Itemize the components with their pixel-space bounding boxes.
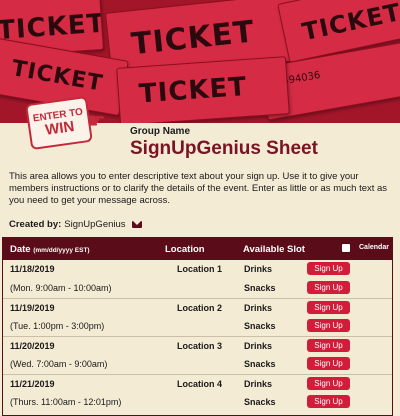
event-date: 11/19/2019	[10, 303, 55, 313]
event-location: Location 2	[177, 303, 223, 313]
event-time: (Wed. 7:00am - 9:00am)	[10, 359, 108, 369]
slot-name: Snacks	[244, 283, 276, 293]
calendar-icon[interactable]	[342, 244, 350, 252]
sign-up-button[interactable]: Sign Up	[307, 395, 350, 408]
slot-name: Snacks	[244, 321, 276, 331]
slot-name: Snacks	[244, 397, 276, 407]
page-title: SignUpGenius Sheet	[130, 138, 318, 159]
enter-to-win-badge: ENTER TO WIN ☛	[25, 95, 120, 151]
event-location: Location 3	[177, 341, 223, 351]
event-location: Location 4	[177, 379, 223, 389]
pointing-hand-icon: ☛	[86, 108, 106, 133]
table-header: Date (mm/dd/yyyy EST) Location Available…	[3, 238, 392, 260]
sign-up-button[interactable]: Sign Up	[307, 301, 350, 314]
date-format-label: (mm/dd/yyyy EST)	[33, 247, 90, 254]
ticket: TICKET	[116, 56, 290, 123]
sign-up-button[interactable]: Sign Up	[307, 281, 350, 294]
created-by: Created by: SignUpGenius	[9, 219, 142, 230]
slot-name: Drinks	[244, 303, 273, 313]
table-row: 11/19/2019 Location 2 Drinks Sign Up	[3, 298, 392, 317]
calendar-link[interactable]: Calendar	[359, 244, 389, 251]
table-row: 11/21/2019 Location 4 Drinks Sign Up	[3, 374, 392, 393]
mail-icon[interactable]	[131, 221, 142, 228]
event-date: 11/20/2019	[10, 341, 55, 351]
badge-text: WIN	[44, 117, 76, 139]
sign-up-button[interactable]: Sign Up	[307, 262, 350, 275]
table-row: 11/20/2019 Location 3 Drinks Sign Up	[3, 336, 392, 355]
sign-up-description: This area allows you to enter descriptiv…	[9, 171, 388, 206]
event-time: (Tue. 1:00pm - 3:00pm)	[10, 321, 105, 331]
column-header-slot: Available Slot	[243, 244, 305, 255]
event-date: 11/21/2019	[10, 379, 55, 389]
table-row: (Thurs. 11:00am - 12:01pm) Snacks Sign Up	[3, 393, 392, 412]
created-by-label: Created by:	[9, 219, 62, 230]
column-header-location: Location	[165, 244, 205, 255]
event-time: (Thurs. 11:00am - 12:01pm)	[10, 397, 122, 407]
slot-name: Drinks	[244, 341, 273, 351]
sign-up-table: Date (mm/dd/yyyy EST) Location Available…	[2, 237, 393, 416]
slot-name: Snacks	[244, 359, 276, 369]
slot-name: Drinks	[244, 379, 273, 389]
group-name-label: Group Name	[130, 126, 191, 137]
table-row: 11/18/2019 Location 1 Drinks Sign Up	[3, 260, 392, 279]
creator-name: SignUpGenius	[64, 219, 126, 230]
slot-name: Drinks	[244, 264, 273, 274]
table-row: (Tue. 1:00pm - 3:00pm) Snacks Sign Up	[3, 317, 392, 336]
table-row: (Wed. 7:00am - 9:00am) Snacks Sign Up	[3, 355, 392, 374]
sign-up-button[interactable]: Sign Up	[307, 319, 350, 332]
event-location: Location 1	[177, 264, 223, 274]
sign-up-button[interactable]: Sign Up	[307, 339, 350, 352]
column-header-date: Date (mm/dd/yyyy EST)	[10, 244, 90, 255]
table-row: (Mon. 9:00am - 10:00am) Snacks Sign Up	[3, 279, 392, 298]
sign-up-button[interactable]: Sign Up	[307, 357, 350, 370]
event-time: (Mon. 9:00am - 10:00am)	[10, 283, 112, 293]
sign-up-button[interactable]: Sign Up	[307, 377, 350, 390]
event-date: 11/18/2019	[10, 264, 55, 274]
